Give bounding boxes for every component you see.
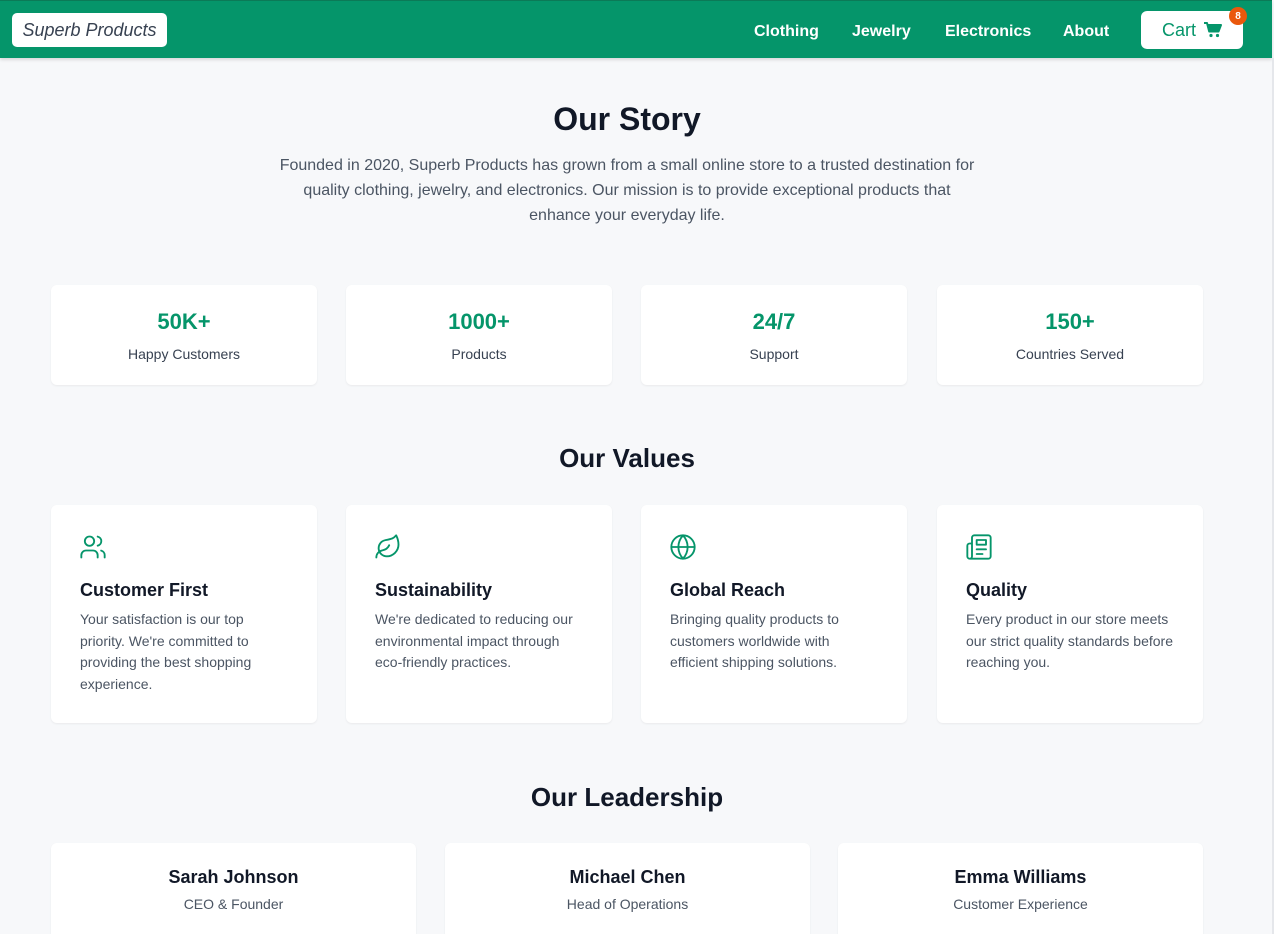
leaf-icon xyxy=(375,534,400,559)
value-description: Every product in our store meets our str… xyxy=(966,611,1173,670)
value-description: Your satisfaction is our top priority. W… xyxy=(80,611,252,692)
brand-logo-link[interactable]: Superb Products xyxy=(12,13,167,47)
leader-name: Michael Chen xyxy=(569,867,686,887)
value-title: Customer First xyxy=(80,580,209,600)
stat-card: 24/7 Support xyxy=(641,285,907,385)
newspaper-icon xyxy=(966,534,992,560)
stat-label: Support xyxy=(749,346,799,362)
value-title: Sustainability xyxy=(375,580,493,600)
cart-button[interactable]: Cart xyxy=(1141,11,1243,49)
cart-label: Cart xyxy=(1161,19,1196,40)
story-title: Our Story xyxy=(553,101,701,137)
stat-value: 50K+ xyxy=(157,309,211,334)
stat-label: Products xyxy=(451,346,507,362)
values-title: Our Values xyxy=(559,443,695,473)
globe-icon xyxy=(670,534,696,560)
leader-card: Emma Williams Customer Experience xyxy=(838,843,1203,934)
value-title: Global Reach xyxy=(670,580,786,600)
users-icon xyxy=(80,535,106,559)
cart-count-badge: 8 xyxy=(1229,7,1247,25)
stat-value: 150+ xyxy=(1045,309,1095,334)
value-description: We're dedicated to reducing our environm… xyxy=(375,611,573,670)
stat-card: 50K+ Happy Customers xyxy=(51,285,317,385)
value-card-quality: Quality Every product in our store meets… xyxy=(937,505,1203,723)
value-description: Bringing quality products to customers w… xyxy=(670,611,839,670)
value-card-sustainability: Sustainability We're dedicated to reduci… xyxy=(346,505,612,723)
leader-role: Head of Operations xyxy=(566,896,689,912)
value-card-global-reach: Global Reach Bringing quality products t… xyxy=(641,505,907,723)
shopping-cart-icon xyxy=(1204,22,1222,38)
top-navbar: Superb Products Clothing Jewelry Electro… xyxy=(0,0,1272,58)
nav-link-clothing[interactable]: Clothing xyxy=(754,23,819,41)
value-title: Quality xyxy=(966,580,1028,600)
nav-link-jewelry[interactable]: Jewelry xyxy=(852,23,911,41)
stat-label: Countries Served xyxy=(1015,346,1125,362)
stat-card: 1000+ Products xyxy=(346,285,612,385)
stat-value: 24/7 xyxy=(752,309,796,334)
leader-role: CEO & Founder xyxy=(183,896,284,912)
story-text: Founded in 2020, Superb Products has gro… xyxy=(279,157,975,224)
leader-name: Sarah Johnson xyxy=(168,867,299,887)
nav-link-about[interactable]: About xyxy=(1063,23,1109,41)
stat-label: Happy Customers xyxy=(127,346,241,362)
stat-value: 1000+ xyxy=(448,309,510,334)
leader-card: Michael Chen Head of Operations xyxy=(445,843,810,934)
leadership-title: Our Leadership xyxy=(530,782,724,812)
nav-link-electronics[interactable]: Electronics xyxy=(945,23,1031,41)
leader-role: Customer Experience xyxy=(953,896,1088,912)
leader-card: Sarah Johnson CEO & Founder xyxy=(51,843,416,934)
value-card-customer-first: Customer First Your satisfaction is our … xyxy=(51,505,317,723)
stat-card: 150+ Countries Served xyxy=(937,285,1203,385)
leader-name: Emma Williams xyxy=(954,867,1087,887)
